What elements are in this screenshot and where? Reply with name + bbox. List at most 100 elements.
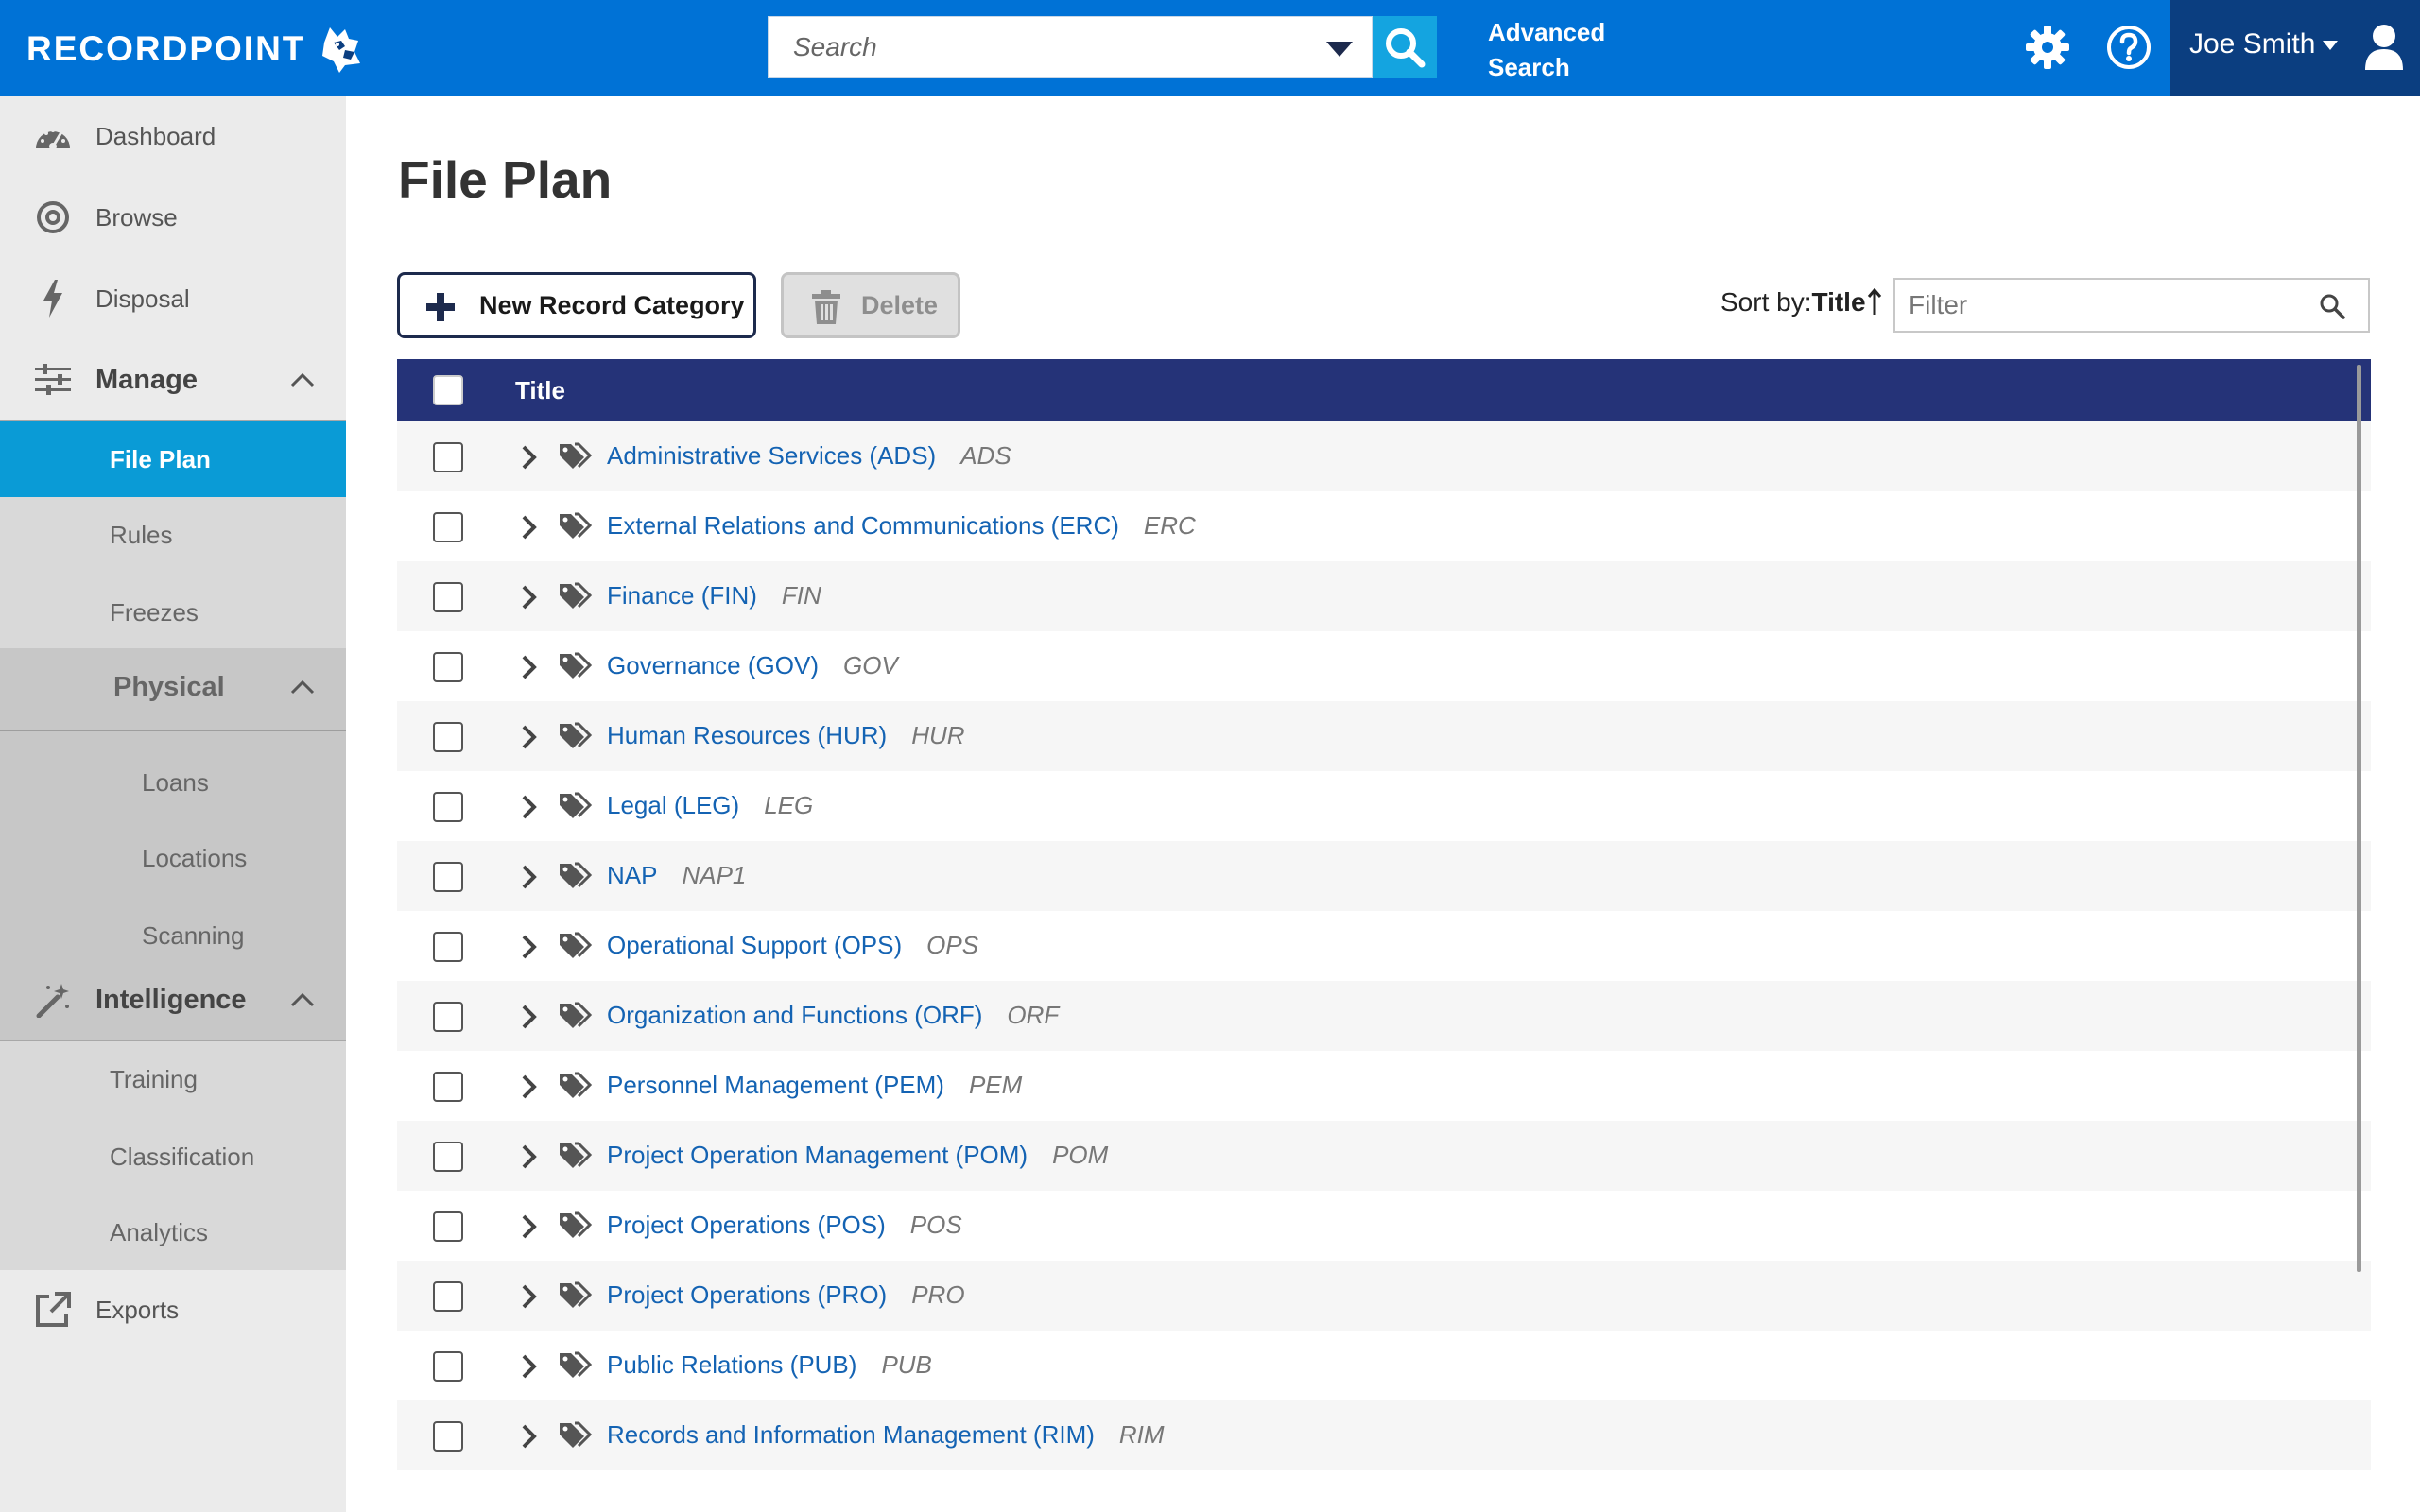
row-title-link[interactable]: Project Operation Management (POM) POM: [607, 1141, 1108, 1170]
chevron-right-icon[interactable]: [520, 1143, 539, 1170]
row-title-link[interactable]: Project Operations (PRO) PRO: [607, 1280, 965, 1310]
column-header-title[interactable]: Title: [515, 376, 565, 405]
chevron-up-icon: [290, 679, 315, 695]
sidebar-section-physical[interactable]: Physical: [0, 648, 346, 726]
table-row[interactable]: Project Operations (POS) POS: [397, 1191, 2371, 1261]
settings-button[interactable]: [2021, 21, 2074, 74]
advanced-search-link[interactable]: Advanced Search: [1488, 15, 1605, 85]
search-scope-dropdown-icon[interactable]: [1324, 38, 1355, 59]
row-code: PUB: [881, 1350, 932, 1379]
row-checkbox[interactable]: [433, 932, 463, 962]
table-row[interactable]: Organization and Functions (ORF) ORF: [397, 981, 2371, 1051]
sidebar-item-loans[interactable]: Loans: [0, 745, 346, 820]
sidebar-item-locations[interactable]: Locations: [0, 820, 346, 896]
sidebar-divider: [0, 730, 346, 731]
search-icon[interactable]: [2319, 293, 2345, 319]
chevron-right-icon[interactable]: [520, 1353, 539, 1380]
table-row[interactable]: Legal (LEG) LEG: [397, 771, 2371, 841]
sidebar-item-file-plan[interactable]: File Plan: [0, 421, 346, 497]
row-title-link[interactable]: Personnel Management (PEM) PEM: [607, 1071, 1022, 1100]
row-title-link[interactable]: External Relations and Communications (E…: [607, 511, 1196, 541]
chevron-right-icon[interactable]: [520, 514, 539, 541]
sidebar-item-dashboard[interactable]: Dashboard: [0, 96, 346, 176]
row-title-link[interactable]: Organization and Functions (ORF) ORF: [607, 1001, 1059, 1030]
row-checkbox[interactable]: [433, 442, 463, 472]
table-scrollbar[interactable]: [2357, 365, 2361, 1272]
chevron-right-icon[interactable]: [520, 794, 539, 820]
table-row[interactable]: Human Resources (HUR) HUR: [397, 701, 2371, 771]
chevron-right-icon[interactable]: [520, 864, 539, 890]
chevron-right-icon[interactable]: [520, 584, 539, 610]
row-checkbox[interactable]: [433, 1072, 463, 1102]
chevron-right-icon[interactable]: [520, 1074, 539, 1100]
sidebar-section-manage[interactable]: Manage: [0, 340, 346, 420]
select-all-checkbox[interactable]: [433, 375, 463, 405]
row-checkbox[interactable]: [433, 1142, 463, 1172]
row-title-link[interactable]: NAP NAP1: [607, 861, 746, 890]
row-checkbox[interactable]: [433, 582, 463, 612]
help-icon: [2107, 26, 2151, 69]
row-checkbox[interactable]: [433, 652, 463, 682]
chevron-right-icon[interactable]: [520, 1213, 539, 1240]
sort-by-control[interactable]: Sort by:Title: [1720, 287, 1866, 318]
tags-icon: [560, 1211, 592, 1238]
sidebar-item-rules[interactable]: Rules: [0, 497, 346, 573]
sidebar-item-training[interactable]: Training: [0, 1041, 346, 1117]
filter-input[interactable]: [1895, 280, 2311, 331]
row-title: Finance (FIN): [607, 581, 757, 610]
row-code: POM: [1052, 1141, 1109, 1169]
table-row[interactable]: Records and Information Management (RIM)…: [397, 1400, 2371, 1470]
chevron-right-icon[interactable]: [520, 1283, 539, 1310]
row-title-link[interactable]: Records and Information Management (RIM)…: [607, 1420, 1165, 1450]
table-row[interactable]: Operational Support (OPS) OPS: [397, 911, 2371, 981]
sidebar-section-intelligence[interactable]: Intelligence: [0, 960, 346, 1040]
table-row[interactable]: Project Operation Management (POM) POM: [397, 1121, 2371, 1191]
row-title-link[interactable]: Project Operations (POS) POS: [607, 1211, 962, 1240]
table-row[interactable]: Administrative Services (ADS) ADS: [397, 421, 2371, 491]
sidebar-item-analytics[interactable]: Analytics: [0, 1194, 346, 1270]
row-checkbox[interactable]: [433, 1281, 463, 1312]
row-title-link[interactable]: Public Relations (PUB) PUB: [607, 1350, 932, 1380]
user-menu[interactable]: Joe Smith: [2170, 0, 2420, 96]
row-checkbox[interactable]: [433, 1351, 463, 1382]
row-title-link[interactable]: Administrative Services (ADS) ADS: [607, 441, 1011, 471]
sidebar-item-classification[interactable]: Classification: [0, 1119, 346, 1194]
row-title-link[interactable]: Governance (GOV) GOV: [607, 651, 898, 680]
row-checkbox[interactable]: [433, 1211, 463, 1242]
sidebar-item-freezes[interactable]: Freezes: [0, 575, 346, 650]
search-button[interactable]: [1373, 16, 1437, 78]
chevron-right-icon[interactable]: [520, 654, 539, 680]
recordpoint-logo[interactable]: RECORDPOINT: [26, 26, 368, 73]
row-title-link[interactable]: Human Resources (HUR) HUR: [607, 721, 965, 750]
row-title-link[interactable]: Legal (LEG) LEG: [607, 791, 813, 820]
table-row[interactable]: External Relations and Communications (E…: [397, 491, 2371, 561]
table-row[interactable]: Personnel Management (PEM) PEM: [397, 1051, 2371, 1121]
sidebar-item-disposal[interactable]: Disposal: [0, 259, 346, 338]
row-checkbox[interactable]: [433, 792, 463, 822]
chevron-right-icon[interactable]: [520, 934, 539, 960]
row-title-link[interactable]: Finance (FIN) FIN: [607, 581, 821, 610]
sidebar-item-exports[interactable]: Exports: [0, 1270, 346, 1349]
table-row[interactable]: Finance (FIN) FIN: [397, 561, 2371, 631]
row-checkbox[interactable]: [433, 862, 463, 892]
chevron-right-icon[interactable]: [520, 444, 539, 471]
table-row[interactable]: Governance (GOV) GOV: [397, 631, 2371, 701]
chevron-right-icon[interactable]: [520, 1423, 539, 1450]
row-code: RIM: [1118, 1420, 1165, 1449]
table-row[interactable]: NAP NAP1: [397, 841, 2371, 911]
sort-ascending-arrow-icon[interactable]: [1867, 288, 1882, 317]
new-record-category-button[interactable]: New Record Category: [397, 272, 756, 338]
sidebar-item-browse[interactable]: Browse: [0, 178, 346, 257]
chevron-right-icon[interactable]: [520, 1004, 539, 1030]
row-checkbox[interactable]: [433, 722, 463, 752]
row-checkbox[interactable]: [433, 1421, 463, 1452]
row-checkbox[interactable]: [433, 512, 463, 542]
chevron-right-icon[interactable]: [520, 724, 539, 750]
table-row[interactable]: Project Operations (PRO) PRO: [397, 1261, 2371, 1331]
table-row[interactable]: Public Relations (PUB) PUB: [397, 1331, 2371, 1400]
row-checkbox[interactable]: [433, 1002, 463, 1032]
row-title-link[interactable]: Operational Support (OPS) OPS: [607, 931, 978, 960]
help-button[interactable]: [2102, 21, 2155, 74]
delete-button[interactable]: Delete: [781, 272, 960, 338]
search-input[interactable]: [769, 17, 1298, 77]
